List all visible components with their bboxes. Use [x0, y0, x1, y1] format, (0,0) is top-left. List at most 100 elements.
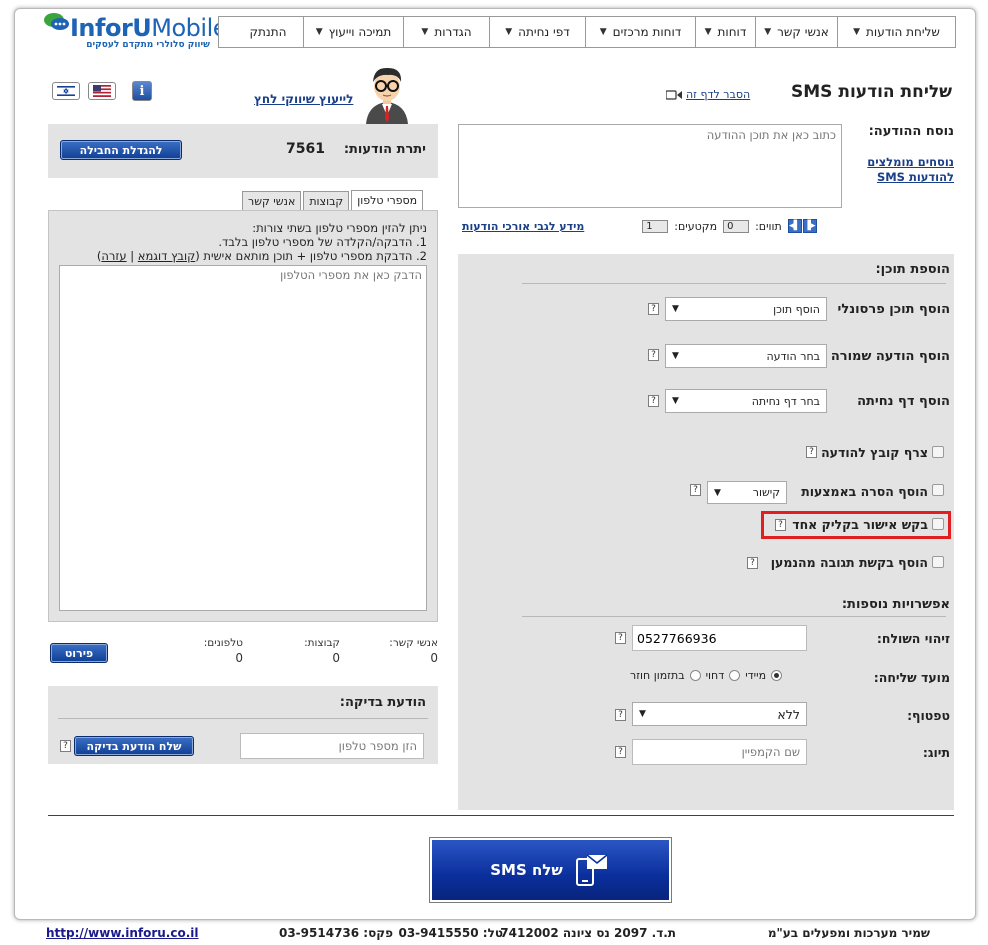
add-content-title: הוספת תוכן: [875, 262, 950, 277]
balance-panel: יתרת הודעות: 7561 להגדלת החבילה [48, 124, 438, 178]
personal-content-select[interactable]: הוסף תוכן ▼ [665, 297, 827, 321]
menu-item-label: דפי נחיתה [518, 25, 570, 39]
removal-method-select[interactable]: קישור ▼ [707, 481, 787, 504]
help-icon[interactable]: ? [615, 632, 626, 644]
test-message-panel: הודעת בדיקה: שלח הודעת בדיקה ? [48, 686, 438, 764]
tab-phone-numbers[interactable]: מספרי טלפון [351, 190, 424, 211]
landing-page-label: הוסף דף נחיתה [857, 394, 950, 409]
menu-item-label: אנשי קשר [777, 25, 829, 39]
israel-flag-icon[interactable] [52, 82, 80, 100]
help-icon[interactable]: ? [775, 519, 786, 531]
timing-delayed-label: דחוי [705, 669, 725, 682]
tab-contacts[interactable]: אנשי קשר [242, 191, 302, 211]
help-icon[interactable]: ? [648, 395, 659, 407]
timing-immediate-radio[interactable] [771, 670, 783, 681]
footer-website-link[interactable]: http://www.inforu.co.il [46, 926, 199, 940]
timing-immediate-label: מיידי [745, 669, 767, 682]
balance-value: 7561 [286, 141, 325, 157]
landing-page-select[interactable]: בחר דף נחיתה ▼ [665, 389, 827, 413]
info-icon[interactable]: i [132, 81, 152, 101]
chat-bubble-icon [44, 13, 69, 30]
align-left-icon[interactable]: ▌◂ [787, 219, 802, 233]
saved-message-label: הוסף הודעה שמורה [830, 349, 950, 364]
chevron-down-icon: ▼ [672, 396, 679, 406]
phones-textarea[interactable] [59, 265, 427, 611]
chevron-down-icon: ▼ [764, 27, 772, 37]
rtl-ltr-toggle[interactable]: ▸▐ ▌◂ [787, 219, 817, 233]
help-icon[interactable]: ? [648, 349, 659, 361]
timing-delayed-radio[interactable] [729, 670, 741, 681]
menu-item[interactable]: הגדרות ▼ [403, 17, 489, 47]
footer-phone: טל: 03-9415550 [398, 926, 503, 940]
phones-line1: 1. הדבקה/הקלדה של מספרי טלפון בלבד. [218, 235, 427, 249]
video-camera-icon [666, 89, 682, 100]
one-click-approval-checkbox[interactable] [932, 518, 944, 530]
menu-item-label: הגדרות [434, 25, 472, 39]
consultant-link[interactable]: לייעוץ שיווקי לחץ [254, 92, 353, 106]
attach-file-label: צרף קובץ להודעה [821, 445, 928, 460]
menu-item[interactable]: דוחות מרכזים ▼ [585, 17, 695, 47]
phones-count: טלפונים: 0 [203, 637, 243, 665]
send-test-button[interactable]: שלח הודעת בדיקה [74, 736, 194, 756]
campaign-tag-input[interactable] [632, 739, 807, 765]
help-icon[interactable]: ? [806, 446, 817, 458]
tag-label: תיוג: [922, 745, 950, 760]
menu-item[interactable]: דוחות ▼ [695, 17, 755, 47]
chevron-down-icon: ▼ [853, 27, 861, 37]
upgrade-package-button[interactable]: להגדלת החבילה [60, 140, 182, 160]
help-link[interactable]: עזרה [101, 249, 126, 263]
chevron-down-icon: ▼ [704, 27, 712, 37]
chevron-down-icon: ▼ [505, 27, 513, 37]
help-icon[interactable]: ? [615, 709, 626, 721]
timing-recurring-radio[interactable] [689, 670, 701, 681]
menu-item[interactable]: תמיכה וייעוץ ▼ [303, 17, 403, 47]
details-button[interactable]: פירוט [50, 643, 108, 663]
phone-message-icon [575, 854, 608, 886]
removal-checkbox[interactable] [932, 484, 944, 496]
align-right-icon[interactable]: ▸▐ [802, 219, 817, 233]
menu-item-label: שליחת הודעות [866, 25, 940, 39]
sender-id-input[interactable] [632, 625, 807, 651]
timing-recurring-label: בתזמון חוזר [630, 669, 685, 682]
menu-item[interactable]: דפי נחיתה ▼ [489, 17, 585, 47]
help-icon[interactable]: ? [690, 484, 701, 496]
test-phone-input[interactable] [240, 733, 424, 759]
help-icon[interactable]: ? [747, 557, 758, 569]
saved-message-select[interactable]: בחר הודעה ▼ [665, 344, 827, 368]
menu-item-label: תמיכה וייעוץ [328, 25, 392, 39]
page-title: שליחת הודעות SMS [791, 82, 952, 102]
chars-label: תווים: [755, 219, 782, 233]
more-options-title: אפשרויות נוספות: [841, 597, 950, 612]
help-icon[interactable]: ? [60, 740, 71, 752]
send-sms-label: שלח SMS [490, 861, 563, 879]
tab-groups[interactable]: קבוצות [303, 191, 350, 211]
phones-panel: ניתן להזין מספרי טלפון בשתי צורות: 1. הד… [48, 210, 438, 622]
menu-item[interactable]: שליחת הודעות ▼ [837, 17, 955, 47]
chevron-down-icon: ▼ [672, 351, 679, 361]
us-flag-icon[interactable] [88, 82, 116, 100]
chevron-down-icon: ▼ [639, 709, 646, 719]
help-icon[interactable]: ? [648, 303, 659, 315]
logo-wordmark: InforUMobile [70, 14, 228, 42]
explain-page-link[interactable]: הסבר לדף זה [686, 88, 750, 101]
menu-item-label: דוחות [717, 25, 747, 39]
phones-intro: ניתן להזין מספרי טלפון בשתי צורות: [252, 221, 427, 235]
sample-file-link[interactable]: קובץ דוגמא [138, 249, 195, 263]
menu-item[interactable]: התנתק [233, 17, 303, 47]
recommended-texts-link[interactable]: נוסחים מומלצים להודעות SMS [854, 155, 954, 185]
inforu-logo[interactable]: InforUMobile שיווק סלולרי מתקדם לעסקים [40, 8, 228, 56]
help-icon[interactable]: ? [615, 746, 626, 758]
footer-address: ת.ד. 2097 נס ציונה 7412002 [500, 926, 676, 940]
send-sms-button[interactable]: שלח SMS [429, 837, 672, 903]
message-textarea[interactable] [458, 124, 842, 208]
message-length-link[interactable]: מידע לגבי אורכי הודעות [462, 220, 584, 233]
explain-page[interactable]: הסבר לדף זה [666, 88, 750, 101]
menu-item[interactable]: אנשי קשר ▼ [755, 17, 837, 47]
removal-label: הוסף הסרה באמצעות [801, 484, 928, 499]
send-timing-radios: מיידי דחוי בתזמון חוזר [630, 669, 783, 682]
drip-label: טפטוף: [907, 708, 950, 723]
drip-select[interactable]: ללא ▼ [632, 702, 807, 726]
attach-file-checkbox[interactable] [932, 446, 944, 458]
reply-request-checkbox[interactable] [932, 556, 944, 568]
chevron-down-icon: ▼ [599, 27, 607, 37]
